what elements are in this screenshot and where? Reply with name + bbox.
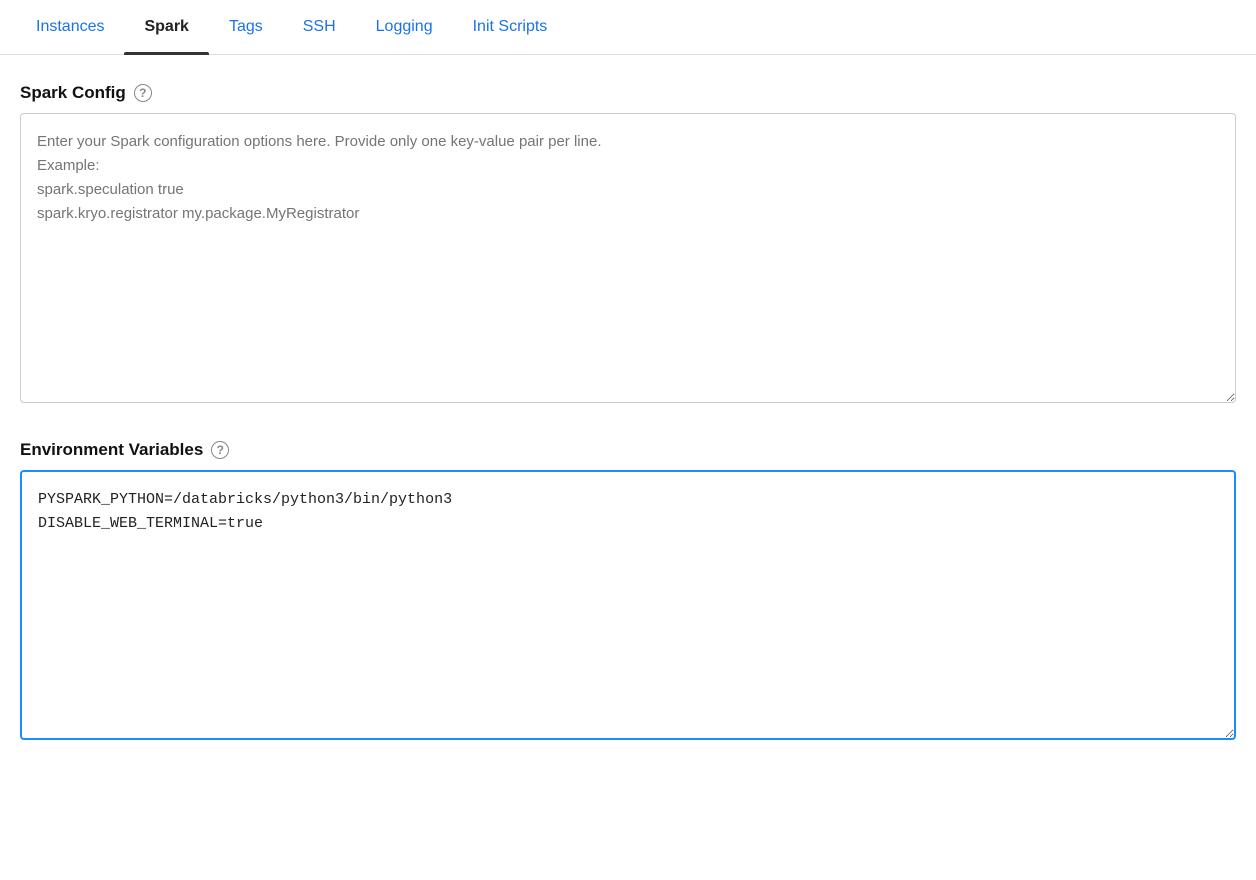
tab-tags[interactable]: Tags bbox=[209, 0, 283, 54]
tab-instances[interactable]: Instances bbox=[16, 0, 124, 54]
tab-init-scripts[interactable]: Init Scripts bbox=[453, 0, 568, 54]
tabs-nav: Instances Spark Tags SSH Logging Init Sc… bbox=[0, 0, 1256, 55]
spark-config-input[interactable] bbox=[20, 113, 1236, 403]
tab-ssh[interactable]: SSH bbox=[283, 0, 356, 54]
tab-logging[interactable]: Logging bbox=[356, 0, 453, 54]
main-content: Spark Config ? Environment Variables ? P… bbox=[0, 55, 1256, 765]
env-vars-input[interactable]: PYSPARK_PYTHON=/databricks/python3/bin/p… bbox=[20, 470, 1236, 740]
env-vars-help-icon[interactable]: ? bbox=[211, 441, 229, 459]
spark-config-section-label: Spark Config ? bbox=[20, 83, 1236, 103]
spark-config-help-icon[interactable]: ? bbox=[134, 84, 152, 102]
tab-spark[interactable]: Spark bbox=[124, 0, 208, 54]
env-vars-section-label: Environment Variables ? bbox=[20, 440, 1236, 460]
spark-config-label: Spark Config bbox=[20, 83, 126, 103]
env-vars-section: Environment Variables ? PYSPARK_PYTHON=/… bbox=[20, 440, 1236, 745]
env-vars-label: Environment Variables bbox=[20, 440, 203, 460]
